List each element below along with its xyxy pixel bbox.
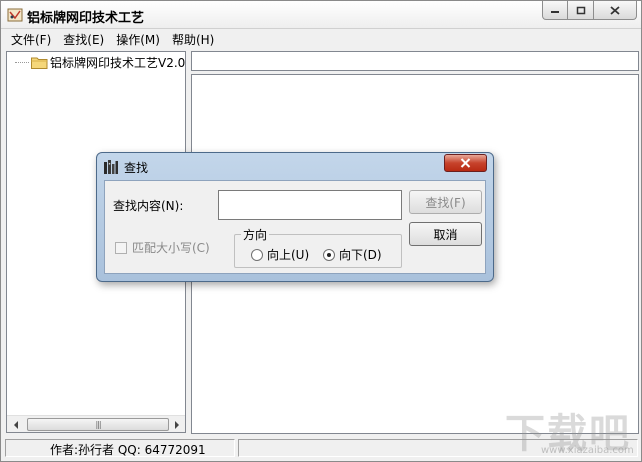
- radio-down-circle: [323, 248, 335, 261]
- direction-down-radio[interactable]: 向下(D): [323, 246, 382, 263]
- menu-operate[interactable]: 操作(M): [110, 31, 166, 48]
- radio-up-circle: [251, 248, 263, 261]
- find-content-input[interactable]: [218, 190, 402, 220]
- books-icon: [104, 160, 118, 174]
- direction-legend: 方向: [241, 226, 270, 243]
- find-dialog: 查找 查找内容(N): 查找(F) 取消 匹配大小写(C) 方向 向上(U) 向…: [96, 152, 494, 282]
- menu-find[interactable]: 查找(E): [57, 31, 110, 48]
- scroll-left-button[interactable]: [7, 416, 24, 433]
- menu-file[interactable]: 文件(F): [5, 31, 57, 48]
- match-case-label: 匹配大小写(C): [132, 241, 210, 255]
- tree-root-node[interactable]: 铝标牌网印技术工艺V2.0: [15, 54, 185, 71]
- menu-help[interactable]: 帮助(H): [166, 31, 220, 48]
- find-dialog-title: 查找: [124, 160, 149, 175]
- checkbox-box: [115, 241, 127, 254]
- grip-icon: |||: [95, 420, 101, 429]
- find-dialog-titlebar[interactable]: 查找: [103, 157, 148, 177]
- scroll-thumb[interactable]: |||: [27, 418, 169, 431]
- direction-up-label: 向上(U): [267, 248, 310, 262]
- folder-icon: [31, 57, 48, 69]
- tree-connector: [15, 62, 29, 63]
- title-bar[interactable]: 铝标牌网印技术工艺: [1, 1, 641, 29]
- watermark-logo: 下载吧 www.xiazaiba.com: [505, 401, 639, 461]
- scroll-right-button[interactable]: [168, 416, 185, 433]
- arrow-right-icon: [174, 420, 179, 429]
- minimize-button[interactable]: [542, 1, 568, 20]
- tree-horizontal-scrollbar[interactable]: |||: [7, 415, 185, 432]
- find-dialog-body: 查找内容(N): 查找(F) 取消 匹配大小写(C) 方向 向上(U) 向下(D…: [104, 180, 486, 274]
- direction-up-radio[interactable]: 向上(U): [251, 246, 309, 263]
- direction-group: 方向 向上(U) 向下(D): [234, 226, 402, 268]
- title-display-field[interactable]: [191, 51, 639, 71]
- minimize-icon: [551, 11, 559, 13]
- app-icon: [7, 8, 23, 22]
- direction-down-label: 向下(D): [339, 248, 382, 262]
- find-content-label: 查找内容(N):: [113, 199, 184, 213]
- close-icon: [460, 158, 471, 168]
- find-button[interactable]: 查找(F): [409, 190, 482, 214]
- close-button[interactable]: [594, 1, 637, 20]
- arrow-left-icon: [13, 420, 18, 429]
- menu-bar: 文件(F) 查找(E) 操作(M) 帮助(H): [1, 30, 641, 49]
- match-case-checkbox[interactable]: 匹配大小写(C): [115, 239, 210, 256]
- tree-root-label: 铝标牌网印技术工艺V2.0: [50, 56, 186, 70]
- status-author-text: 作者:孙行者 QQ: 64772091: [50, 443, 206, 457]
- window-title: 铝标牌网印技术工艺: [27, 11, 145, 26]
- restore-icon: [576, 6, 585, 14]
- watermark-url: www.xiazaiba.com: [541, 445, 634, 456]
- status-panel-author: 作者:孙行者 QQ: 64772091: [5, 439, 235, 457]
- find-dialog-close-button[interactable]: [444, 154, 487, 172]
- maximize-button[interactable]: [568, 1, 594, 20]
- close-icon: [610, 5, 620, 15]
- caption-buttons: [542, 1, 637, 21]
- cancel-button[interactable]: 取消: [409, 222, 482, 246]
